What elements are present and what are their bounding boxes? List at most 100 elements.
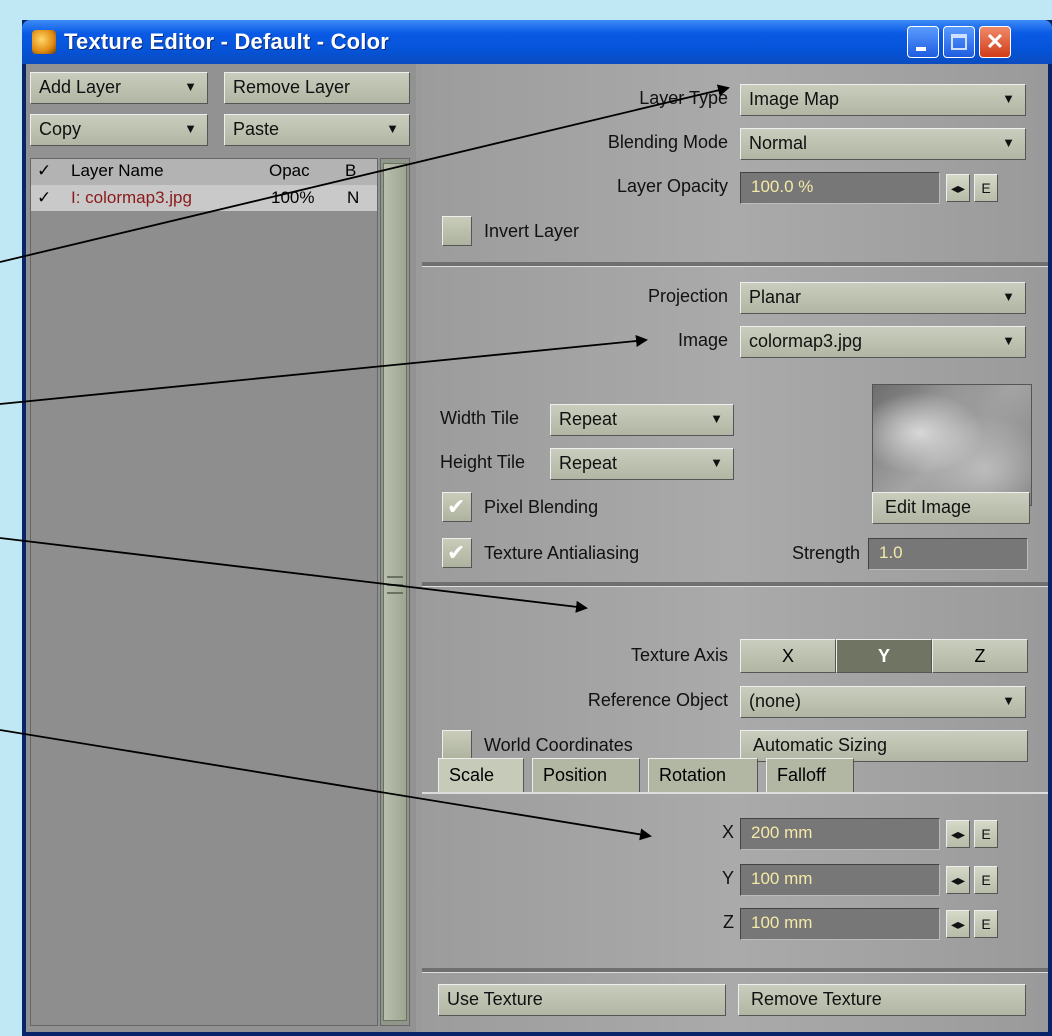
column-check[interactable]: ✓ xyxy=(37,161,51,181)
scale-y-slider-button[interactable]: ◂▸ xyxy=(946,866,970,894)
title-bar[interactable]: Texture Editor - Default - Color ✕ xyxy=(22,20,1052,64)
reference-object-dropdown[interactable]: (none) xyxy=(740,686,1026,718)
remove-layer-button[interactable]: Remove Layer xyxy=(224,72,410,104)
remove-texture-label: Remove Texture xyxy=(751,989,882,1009)
axis-y-button[interactable]: Y xyxy=(836,639,932,673)
blending-mode-label: Blending Mode xyxy=(607,132,728,152)
close-button[interactable]: ✕ xyxy=(979,26,1011,58)
layer-type-label: Layer Type xyxy=(639,88,728,108)
blending-mode-dropdown[interactable]: Normal xyxy=(740,128,1026,160)
layer-list-scrollbar[interactable] xyxy=(380,158,410,1026)
axis-z-button[interactable]: Z xyxy=(932,639,1028,673)
strength-label: Strength xyxy=(791,543,860,563)
layer-type-value: Image Map xyxy=(749,89,840,109)
width-tile-value: Repeat xyxy=(559,409,618,429)
maximize-button[interactable] xyxy=(943,26,975,58)
edit-image-button[interactable]: Edit Image xyxy=(872,492,1030,524)
section-divider xyxy=(422,968,1048,973)
image-value: colormap3.jpg xyxy=(749,331,863,351)
height-tile-value: Repeat xyxy=(559,453,618,473)
layer-list[interactable]: ✓ Layer Name Opac B ✓ I: colormap3.jpg 1… xyxy=(30,158,378,1026)
texture-antialiasing-checkbox[interactable] xyxy=(442,538,472,568)
column-opacity[interactable]: Opac xyxy=(269,161,310,181)
section-divider xyxy=(422,262,1048,267)
blending-mode-value: Normal xyxy=(749,133,808,153)
scale-z-field[interactable]: 100 mm xyxy=(740,908,940,940)
close-icon: ✕ xyxy=(985,29,1005,54)
edit-image-label: Edit Image xyxy=(885,497,972,517)
reference-object-value: (none) xyxy=(749,691,802,711)
scale-y-field[interactable]: 100 mm xyxy=(740,864,940,896)
projection-label: Projection xyxy=(647,286,728,306)
tab-position[interactable]: Position xyxy=(532,758,640,792)
layer-row[interactable]: ✓ I: colormap3.jpg 100% N xyxy=(31,185,377,211)
layer-blend: N xyxy=(347,188,360,207)
scale-z-envelope-button[interactable]: E xyxy=(974,910,998,938)
window-title: Texture Editor - Default - Color xyxy=(64,29,390,54)
opacity-slider-button[interactable]: ◂▸ xyxy=(946,174,970,202)
reference-object-label: Reference Object xyxy=(587,690,728,710)
projection-dropdown[interactable]: Planar xyxy=(740,282,1026,314)
slider-arrows-icon: ◂▸ xyxy=(950,826,966,842)
layer-opacity: 100% xyxy=(271,188,315,207)
slider-arrows-icon: ◂▸ xyxy=(950,180,966,196)
texture-editor-window: Texture Editor - Default - Color ✕ Add L… xyxy=(22,20,1052,1036)
remove-layer-label: Remove Layer xyxy=(233,77,351,97)
grip-icon xyxy=(387,576,403,578)
maximize-icon xyxy=(951,34,967,50)
axis-x-button[interactable]: X xyxy=(740,639,836,673)
slider-arrows-icon: ◂▸ xyxy=(950,916,966,932)
layer-list-header: ✓ Layer Name Opac B xyxy=(31,159,377,186)
world-coordinates-label: World Coordinates xyxy=(484,735,633,755)
tab-rotation[interactable]: Rotation xyxy=(648,758,758,792)
column-layer-name[interactable]: Layer Name xyxy=(71,161,164,181)
add-layer-dropdown[interactable]: Add Layer xyxy=(30,72,208,104)
scale-z-slider-button[interactable]: ◂▸ xyxy=(946,910,970,938)
editor-client: Add Layer Remove Layer Copy Paste ✓ Laye… xyxy=(26,64,1048,1032)
layer-panel: Add Layer Remove Layer Copy Paste ✓ Laye… xyxy=(26,64,416,1032)
layer-opacity-field[interactable]: 100.0 % xyxy=(740,172,940,204)
strength-field[interactable]: 1.0 xyxy=(868,538,1028,570)
scrollbar-thumb[interactable] xyxy=(383,163,407,1021)
height-tile-dropdown[interactable]: Repeat xyxy=(550,448,734,480)
scale-x-slider-button[interactable]: ◂▸ xyxy=(946,820,970,848)
minimize-icon xyxy=(916,47,926,51)
texture-axis-label: Texture Axis xyxy=(630,645,728,665)
app-icon xyxy=(32,30,56,54)
height-tile-label: Height Tile xyxy=(440,452,526,472)
layer-type-dropdown[interactable]: Image Map xyxy=(740,84,1026,116)
pixel-blending-checkbox[interactable] xyxy=(442,492,472,522)
tab-falloff[interactable]: Falloff xyxy=(766,758,854,792)
scale-x-envelope-button[interactable]: E xyxy=(974,820,998,848)
layer-enabled-check[interactable]: ✓ xyxy=(37,188,51,208)
tab-scale[interactable]: Scale xyxy=(438,758,524,792)
scale-x-field[interactable]: 200 mm xyxy=(740,818,940,850)
scale-y-envelope-button[interactable]: E xyxy=(974,866,998,894)
scale-x-label: X xyxy=(721,822,734,842)
layer-name: I: colormap3.jpg xyxy=(71,188,192,207)
image-preview-thumbnail xyxy=(872,384,1032,506)
automatic-sizing-label: Automatic Sizing xyxy=(753,735,888,755)
width-tile-dropdown[interactable]: Repeat xyxy=(550,404,734,436)
pixel-blending-label: Pixel Blending xyxy=(484,497,599,517)
world-coordinates-checkbox[interactable] xyxy=(442,730,472,760)
grip-icon xyxy=(387,584,403,586)
paste-label: Paste xyxy=(233,119,280,139)
opacity-envelope-button[interactable]: E xyxy=(974,174,998,202)
image-dropdown[interactable]: colormap3.jpg xyxy=(740,326,1026,358)
grip-icon xyxy=(387,592,403,594)
layer-opacity-label: Layer Opacity xyxy=(616,176,728,196)
column-blend[interactable]: B xyxy=(345,161,356,181)
copy-dropdown[interactable]: Copy xyxy=(30,114,208,146)
image-label: Image xyxy=(677,330,728,350)
texture-settings-panel: Layer Type Image Map Blending Mode Norma… xyxy=(422,64,1048,1032)
add-layer-label: Add Layer xyxy=(39,77,122,97)
section-divider xyxy=(422,582,1048,587)
invert-layer-checkbox[interactable] xyxy=(442,216,472,246)
use-texture-button[interactable]: Use Texture xyxy=(438,984,726,1016)
remove-texture-button[interactable]: Remove Texture xyxy=(738,984,1026,1016)
minimize-button[interactable] xyxy=(907,26,939,58)
tab-baseline xyxy=(422,792,1048,794)
paste-dropdown[interactable]: Paste xyxy=(224,114,410,146)
slider-arrows-icon: ◂▸ xyxy=(950,872,966,888)
